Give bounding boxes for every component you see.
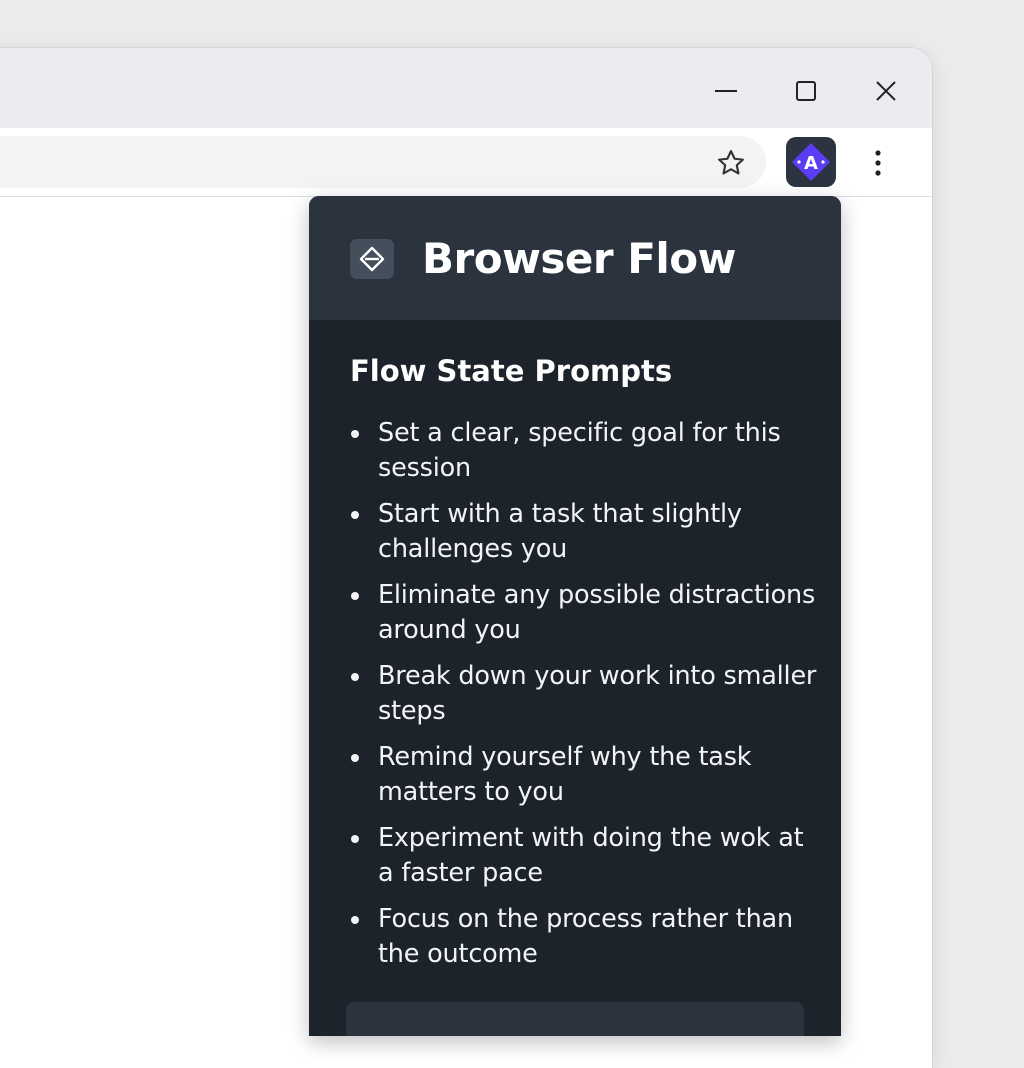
close-button[interactable] [865,70,907,112]
extension-letter: A [804,153,818,174]
minimize-button[interactable] [705,70,747,112]
prompt-item: Start with a task that slightly challeng… [350,497,820,567]
bullet-icon [351,592,359,600]
close-icon [876,81,896,101]
popup-title: Browser Flow [422,234,736,283]
prompt-text: Break down your work into smaller steps [378,661,817,726]
browser-flow-extension-icon: A [792,143,830,181]
bullet-icon [351,754,359,762]
kebab-menu-icon [875,150,881,176]
popup-header: Browser Flow [309,196,841,320]
bullet-icon [351,430,359,438]
prompt-item: Break down your work into smaller steps [350,659,820,729]
address-bar[interactable] [0,136,766,188]
star-icon [718,150,744,175]
prompt-item: Remind yourself why the task matters to … [350,740,820,810]
minimize-icon [715,90,737,92]
diamond-logo-icon [359,246,385,272]
prompt-text: Eliminate any possible distractions arou… [378,580,816,645]
extension-popup: Browser Flow Flow State Prompts Set a cl… [309,196,841,1036]
section-title: Flow State Prompts [350,354,673,388]
browser-menu-button[interactable] [858,142,898,184]
bookmark-button[interactable] [710,142,752,184]
popup-logo [350,239,394,279]
browser-toolbar: A [0,128,932,197]
prompt-text: Focus on the process rather than the out… [378,904,793,969]
bullet-icon [351,835,359,843]
bullet-icon [351,511,359,519]
prompt-text: Remind yourself why the task matters to … [378,742,752,807]
prompt-text: Experiment with doing the wok at a faste… [378,823,804,888]
prompt-text: Start with a task that slightly challeng… [378,499,742,564]
maximize-button[interactable] [785,70,827,112]
maximize-icon [796,81,816,101]
prompt-item: Set a clear, specific goal for this sess… [350,416,820,486]
bullet-icon [351,916,359,924]
popup-action-area[interactable] [346,1002,804,1036]
prompt-item: Experiment with doing the wok at a faste… [350,821,820,891]
browser-flow-extension-button[interactable]: A [786,137,836,187]
prompt-item: Focus on the process rather than the out… [350,902,820,972]
title-bar [0,48,932,128]
bullet-icon [351,673,359,681]
prompt-list: Set a clear, specific goal for this sess… [350,416,820,983]
prompt-text: Set a clear, specific goal for this sess… [378,418,781,483]
prompt-item: Eliminate any possible distractions arou… [350,578,820,648]
